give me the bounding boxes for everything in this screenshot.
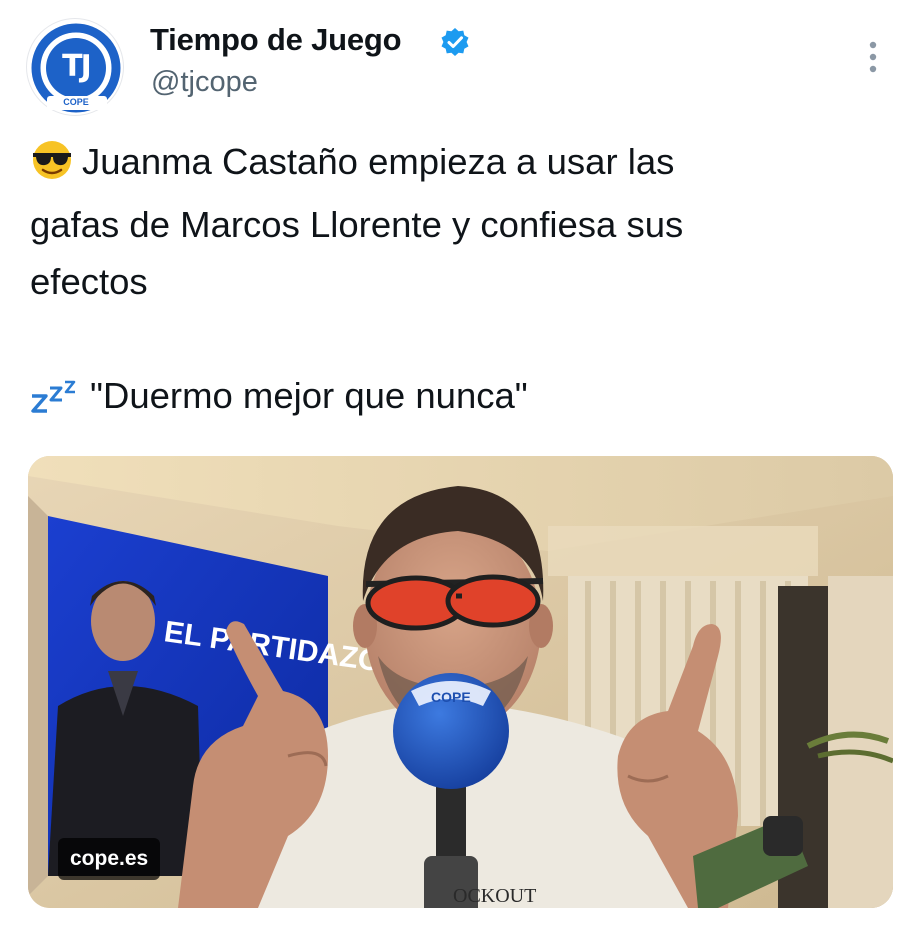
tweet-line-2: gafas de Marcos Llorente y confiesa sus (30, 204, 684, 245)
link-source-badge[interactable]: cope.es (58, 838, 161, 880)
author-handle[interactable]: @tjcope (151, 66, 258, 99)
author-name[interactable]: Tiempo de Juego (150, 22, 402, 58)
verified-badge-icon (440, 27, 470, 57)
tweet-line-4: "Duermo mejor que nunca" (30, 367, 890, 430)
tweet-quote-text: "Duermo mejor que nunca" (90, 375, 528, 416)
shirt-text: OCKOUT (453, 885, 536, 907)
more-vertical-icon[interactable] (858, 37, 888, 77)
tweet-line-3: efectos (30, 261, 148, 302)
smiling-face-with-sunglasses-icon (30, 139, 74, 196)
avatar[interactable]: TJ COPE (26, 18, 124, 116)
zzz-icon (30, 373, 82, 430)
mic-logo-text: COPE (431, 689, 471, 705)
avatar-monogram: TJ (62, 49, 92, 84)
avatar-subtext: COPE (63, 97, 89, 107)
tweet-text: Juanma Castaño empieza a usar las gafas … (30, 133, 890, 430)
tweet-line-text: Juanma Castaño empieza a usar las (82, 141, 675, 182)
tweet-line-1: Juanma Castaño empieza a usar las (30, 133, 890, 196)
